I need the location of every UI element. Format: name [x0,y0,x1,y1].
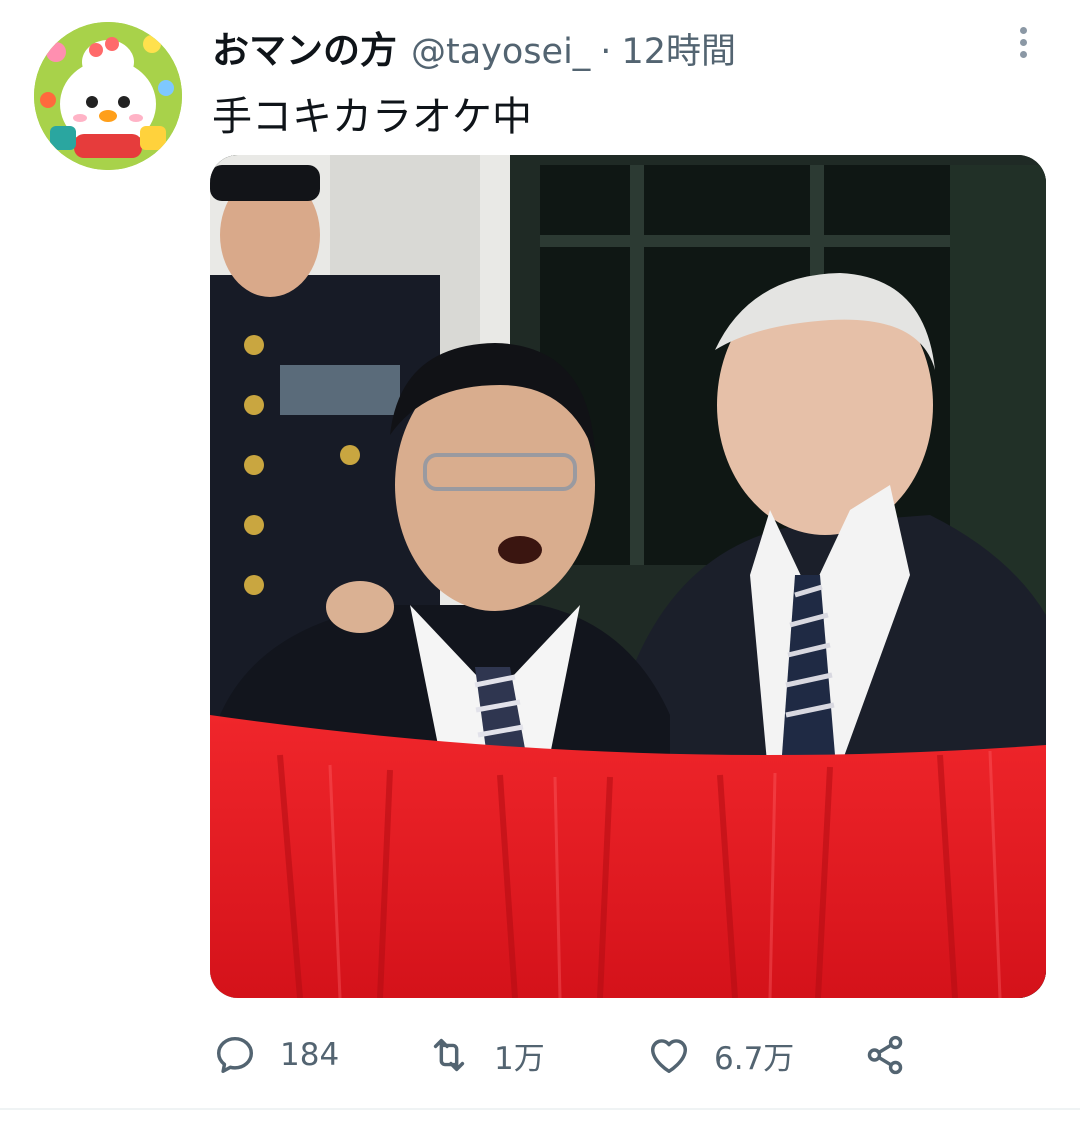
retweet-count: 1万 [494,1040,545,1077]
author-name[interactable]: おマンの方 [212,20,397,74]
retweet-button[interactable]: 1万 [426,1025,545,1085]
separator-dot: · [600,32,612,72]
reply-count: 184 [280,1037,340,1073]
more-options-icon[interactable] [1008,24,1038,64]
share-button[interactable] [862,1025,908,1085]
reply-button[interactable]: 184 [212,1025,339,1085]
author-avatar[interactable] [34,22,182,170]
tweet-text: 手コキカラオケ中 [212,94,532,140]
tweet-divider [0,1108,1080,1110]
share-icon [867,1035,903,1075]
heart-icon [650,1039,688,1074]
like-count: 6.7万 [714,1040,795,1077]
reply-icon [216,1036,254,1074]
like-button[interactable]: 6.7万 [646,1025,794,1085]
author-handle[interactable]: @tayosei_ [411,32,590,72]
photo-illustration [210,155,1046,998]
tweet-actions: 184 1万 6.7万 [212,1025,932,1085]
tweet-header: おマンの方 @tayosei_ · 12時間 [212,20,736,76]
retweet-icon [433,1038,465,1072]
tweet-photo[interactable] [210,155,1046,998]
mascot-image [34,22,182,170]
tweet-timestamp[interactable]: 12時間 [621,23,736,74]
